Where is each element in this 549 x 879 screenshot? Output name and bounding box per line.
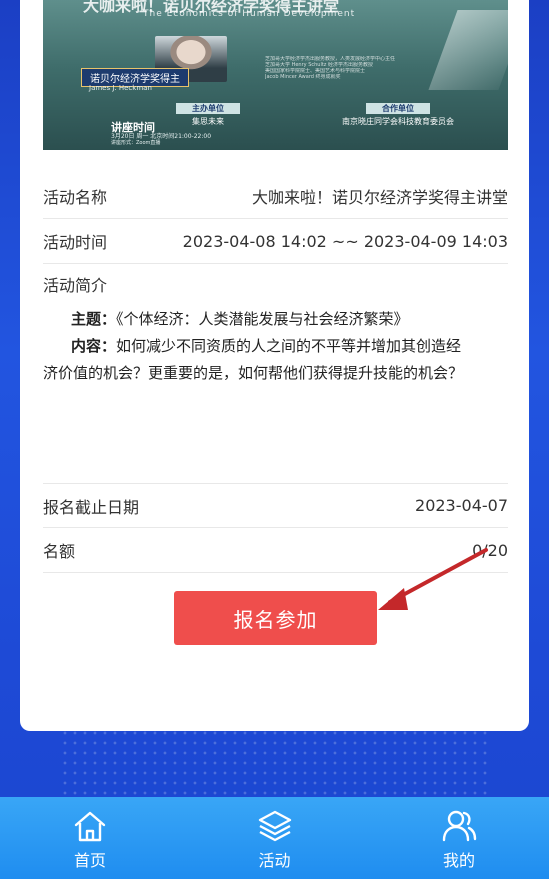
topic-value: 《个体经济：人类潜能发展与社会经济繁荣》 <box>116 310 409 328</box>
register-button[interactable]: 报名参加 <box>174 591 377 645</box>
partner-org: 南京晓庄同学会科技教育委员会 <box>342 117 454 126</box>
pointer-arrow-icon <box>378 548 488 610</box>
tab-activity[interactable]: 活动 <box>215 797 335 879</box>
host-tag: 主办单位 <box>176 103 240 114</box>
lecture-format: 讲座形式：Zoom直播 <box>111 140 161 146</box>
bottom-tab-bar: 首页 活动 我的 <box>0 797 549 879</box>
content-value: 如何减少不同资质的人之间的不平等并增加其创造经 <box>116 337 462 355</box>
content-label: 内容： <box>71 337 117 355</box>
event-name-label: 活动名称 <box>43 188 108 207</box>
tab-home-label: 首页 <box>73 851 106 870</box>
tab-activity-label: 活动 <box>258 851 291 870</box>
host-org: 集思未来 <box>192 117 224 126</box>
tab-home[interactable]: 首页 <box>30 797 150 879</box>
layers-icon <box>258 810 291 842</box>
deadline-row: 报名截止日期 2023-04-07 <box>43 483 508 528</box>
tab-mine[interactable]: 我的 <box>399 797 519 879</box>
tab-mine-label: 我的 <box>442 851 475 870</box>
deadline-label: 报名截止日期 <box>43 497 140 517</box>
event-intro-label: 活动简介 <box>43 276 108 295</box>
deadline-value: 2023-04-07 <box>415 496 508 515</box>
event-name-value: 大咖来啦！诺贝尔经济学奖得主讲堂 <box>251 188 508 207</box>
content-line: 内容：如何减少不同资质的人之间的不平等并增加其创造经 <box>43 333 513 360</box>
bio-line: Jacob Mincer Award 终身成就奖 <box>265 74 341 80</box>
event-name-row: 活动名称 大咖来啦！诺贝尔经济学奖得主讲堂 <box>43 174 508 219</box>
speaker-bio: 芝加哥大学经济学杰出服务教授，人类发展经济学中心主任 芝加哥大学 Henry S… <box>265 56 505 80</box>
poster-subtitle: The Economics of Human Development <box>143 9 356 19</box>
event-poster: 大咖来啦！诺贝尔经济学奖得主讲堂 The Economics of Human … <box>43 0 508 150</box>
content-line-continued: 济价值的机会？更重要的是，如何帮他们获得提升技能的机会？ <box>43 364 464 382</box>
partner-tag: 合作单位 <box>366 103 430 114</box>
users-icon <box>442 810 477 842</box>
event-time-value: 2023-04-08 14:02 ~~ 2023-04-09 14:03 <box>182 231 508 251</box>
partner-info: 合作单位 南京晓庄同学会科技教育委员会 <box>313 96 483 127</box>
decorative-dots <box>60 728 489 798</box>
event-detail-card: 大咖来啦！诺贝尔经济学奖得主讲堂 The Economics of Human … <box>20 0 529 731</box>
event-intro: 主题：《个体经济：人类潜能发展与社会经济繁荣》 内容：如何减少不同资质的人之间的… <box>43 306 513 387</box>
topic-line: 主题：《个体经济：人类潜能发展与社会经济繁荣》 <box>43 306 513 333</box>
event-time-row: 活动时间 2023-04-08 14:02 ~~ 2023-04-09 14:0… <box>43 219 508 264</box>
speaker-name: James J. Heckman <box>89 84 152 92</box>
topic-label: 主题： <box>71 310 117 328</box>
host-info: 主办单位 集思未来 <box>148 96 268 127</box>
quota-label: 名额 <box>43 542 76 561</box>
home-icon <box>74 811 106 842</box>
event-time-label: 活动时间 <box>43 233 108 252</box>
